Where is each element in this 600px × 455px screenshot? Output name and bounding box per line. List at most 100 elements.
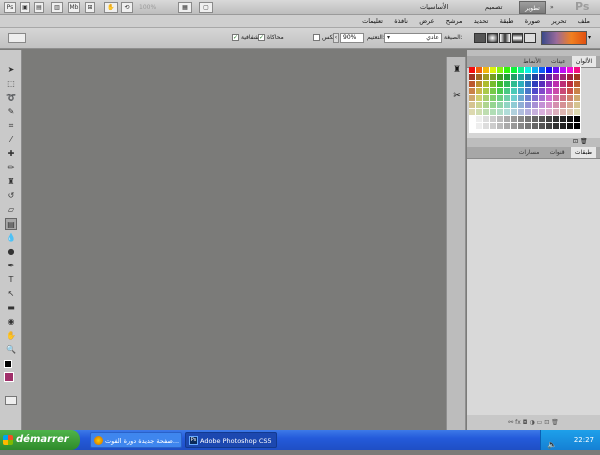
color-swatch[interactable] <box>553 88 559 94</box>
color-swatch[interactable] <box>525 81 531 87</box>
menu-window[interactable]: نافذة <box>394 15 408 28</box>
color-swatch[interactable] <box>476 88 482 94</box>
color-swatch[interactable] <box>546 123 552 129</box>
color-swatch[interactable] <box>574 88 580 94</box>
zoom-level[interactable]: 100% <box>139 2 163 13</box>
link-layers-icon[interactable]: ⚯ <box>508 419 513 426</box>
color-swatch[interactable] <box>497 123 503 129</box>
color-swatch[interactable] <box>546 74 552 80</box>
opacity-slider-arrow[interactable]: ‹ <box>333 33 339 43</box>
color-swatch[interactable] <box>490 116 496 122</box>
color-swatch[interactable] <box>518 74 524 80</box>
tab-styles[interactable]: الأنماط <box>519 56 545 67</box>
foreground-color-swatch[interactable] <box>4 372 14 382</box>
color-swatch[interactable] <box>483 95 489 101</box>
color-swatch[interactable] <box>497 116 503 122</box>
layer-style-icon[interactable]: fx <box>515 419 521 426</box>
color-swatch[interactable] <box>483 88 489 94</box>
color-swatch[interactable] <box>490 81 496 87</box>
color-swatch[interactable] <box>504 67 510 73</box>
color-swatch[interactable] <box>490 95 496 101</box>
color-swatch[interactable] <box>476 102 482 108</box>
reverse-checkbox[interactable] <box>313 34 320 41</box>
healing-brush-icon[interactable]: ✚ <box>5 148 17 160</box>
history-panel-icon[interactable]: ♜ <box>451 65 463 77</box>
color-swatch[interactable] <box>574 67 580 73</box>
color-swatch[interactable] <box>504 116 510 122</box>
menu-layer[interactable]: طبقة <box>500 15 514 28</box>
color-swatch[interactable] <box>567 109 573 115</box>
color-swatch[interactable] <box>469 102 475 108</box>
color-swatch[interactable] <box>504 81 510 87</box>
workspace-design[interactable]: تصميم <box>485 1 503 14</box>
color-swatch[interactable] <box>574 109 580 115</box>
color-swatch[interactable] <box>546 116 552 122</box>
dither-checkbox[interactable]: ✓ <box>258 34 265 41</box>
color-swatch[interactable] <box>518 102 524 108</box>
brush-tool-icon[interactable]: ✏ <box>5 162 17 174</box>
color-swatch[interactable] <box>490 109 496 115</box>
color-swatch[interactable] <box>539 67 545 73</box>
color-swatch[interactable] <box>560 109 566 115</box>
color-swatch[interactable] <box>553 81 559 87</box>
workspace-develop-button[interactable]: تطوير <box>519 1 546 14</box>
color-swatch[interactable] <box>560 74 566 80</box>
color-swatch[interactable] <box>574 102 580 108</box>
history-brush-icon[interactable]: ↺ <box>5 190 17 202</box>
color-swatch[interactable] <box>497 88 503 94</box>
color-swatch[interactable] <box>532 88 538 94</box>
color-swatch[interactable] <box>504 95 510 101</box>
color-swatch[interactable] <box>539 109 545 115</box>
mini-icon[interactable]: Mb <box>68 2 80 13</box>
color-swatch[interactable] <box>567 81 573 87</box>
color-swatch[interactable] <box>567 95 573 101</box>
workspace-chevron-icon[interactable]: » <box>550 4 554 11</box>
color-swatch[interactable] <box>511 116 517 122</box>
color-swatch[interactable] <box>476 95 482 101</box>
color-swatch[interactable] <box>511 67 517 73</box>
swatch-grid[interactable] <box>469 67 581 133</box>
color-swatch[interactable] <box>511 95 517 101</box>
3d-rotate-icon[interactable]: ◉ <box>5 316 17 328</box>
ps-app-icon[interactable]: Ps <box>4 2 16 13</box>
color-swatch[interactable] <box>574 123 580 129</box>
linear-gradient-button[interactable] <box>474 33 486 43</box>
new-swatch-icon[interactable]: ⊡ <box>573 138 578 145</box>
color-swatch[interactable] <box>504 88 510 94</box>
color-swatch[interactable] <box>511 74 517 80</box>
color-swatch[interactable] <box>483 74 489 80</box>
color-swatch[interactable] <box>560 123 566 129</box>
color-swatch[interactable] <box>469 109 475 115</box>
color-swatch[interactable] <box>483 123 489 129</box>
color-swatch[interactable] <box>511 102 517 108</box>
gradient-chevron-icon[interactable]: ▾ <box>588 34 591 41</box>
color-swatch[interactable] <box>532 123 538 129</box>
radial-gradient-button[interactable] <box>486 33 499 43</box>
color-swatch[interactable] <box>539 88 545 94</box>
color-swatch[interactable] <box>567 67 573 73</box>
color-swatch[interactable] <box>567 102 573 108</box>
color-swatch[interactable] <box>469 81 475 87</box>
color-swatch[interactable] <box>497 102 503 108</box>
marquee-tool-icon[interactable]: ⬚ <box>5 78 17 90</box>
type-tool-icon[interactable]: T <box>5 274 17 286</box>
color-swatch[interactable] <box>504 74 510 80</box>
menu-filter[interactable]: مرشح <box>446 15 463 28</box>
color-swatch[interactable] <box>497 67 503 73</box>
screen-mode-icon[interactable]: ▢ <box>199 2 213 13</box>
grid-icon[interactable]: ⊞ <box>85 2 95 13</box>
color-swatch[interactable] <box>574 95 580 101</box>
color-swatch[interactable] <box>476 74 482 80</box>
color-swatch[interactable] <box>476 67 482 73</box>
gradient-picker[interactable] <box>541 31 587 45</box>
color-swatch[interactable] <box>518 88 524 94</box>
reflected-gradient-button[interactable] <box>511 33 524 43</box>
menu-view[interactable]: عرض <box>419 15 434 28</box>
color-swatch[interactable] <box>476 109 482 115</box>
color-swatch[interactable] <box>497 95 503 101</box>
color-swatch[interactable] <box>532 74 538 80</box>
move-tool-icon[interactable]: ➤ <box>5 64 17 76</box>
layers-panel-body[interactable] <box>467 159 600 415</box>
color-swatch[interactable] <box>469 67 475 73</box>
speaker-icon[interactable]: 🔈 <box>547 435 557 455</box>
